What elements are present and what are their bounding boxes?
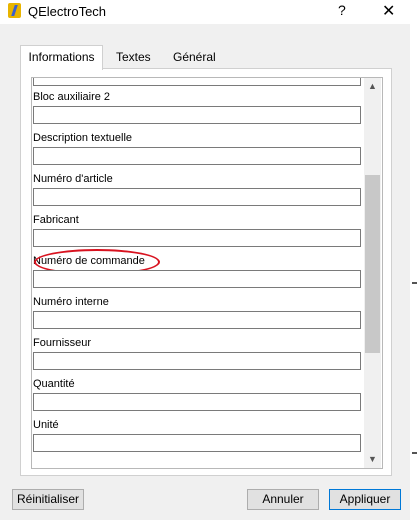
tab-general[interactable]: Général bbox=[173, 46, 216, 68]
tab-textes[interactable]: Textes bbox=[116, 46, 151, 68]
field-label-quantite: Quantité bbox=[33, 378, 75, 390]
tab-informations[interactable]: Informations bbox=[20, 45, 103, 70]
field-input-fournisseur[interactable] bbox=[33, 352, 361, 370]
title-bar: QElectroTech ? ✕ bbox=[0, 0, 417, 24]
field-label-fabricant: Fabricant bbox=[33, 214, 79, 226]
field-label-fournisseur: Fournisseur bbox=[33, 337, 92, 349]
qelectrotech-icon bbox=[8, 3, 21, 18]
tab-panel-informations: Bloc auxiliaire 2 Description textuelle … bbox=[20, 68, 392, 476]
scroll-up-arrow-icon[interactable]: ▲ bbox=[364, 78, 381, 95]
field-input-bloc-auxiliaire-2[interactable] bbox=[33, 106, 361, 124]
window-title: QElectroTech bbox=[28, 4, 107, 19]
field-input-numero-commande[interactable] bbox=[33, 270, 361, 288]
field-input-numero-article[interactable] bbox=[33, 188, 361, 206]
scrollbar-thumb[interactable] bbox=[365, 175, 380, 354]
field-label-numero-article: Numéro d'article bbox=[33, 173, 113, 185]
field-input-description-textuelle[interactable] bbox=[33, 147, 361, 165]
vertical-scrollbar[interactable]: ▲ ▼ bbox=[364, 78, 381, 468]
reset-button[interactable]: Réinitialiser bbox=[12, 489, 84, 510]
help-button[interactable]: ? bbox=[338, 2, 346, 18]
field-input-fabricant[interactable] bbox=[33, 229, 361, 247]
field-label-description-textuelle: Description textuelle bbox=[33, 132, 133, 144]
field-label-numero-interne: Numéro interne bbox=[33, 296, 109, 308]
apply-button[interactable]: Appliquer bbox=[329, 489, 401, 510]
field-input-numero-interne[interactable] bbox=[33, 311, 361, 329]
cancel-button[interactable]: Annuler bbox=[247, 489, 319, 510]
close-button[interactable]: ✕ bbox=[382, 1, 395, 21]
scroll-down-arrow-icon[interactable]: ▼ bbox=[364, 451, 381, 468]
field-input-quantite[interactable] bbox=[33, 393, 361, 411]
field-input-unite[interactable] bbox=[33, 434, 361, 452]
field-label-bloc-auxiliaire-2: Bloc auxiliaire 2 bbox=[33, 91, 111, 103]
field-label-unite: Unité bbox=[33, 419, 59, 431]
field-input-above[interactable] bbox=[33, 78, 361, 86]
background-window-edge bbox=[410, 24, 417, 520]
fields-scroll-area: Bloc auxiliaire 2 Description textuelle … bbox=[31, 77, 383, 469]
